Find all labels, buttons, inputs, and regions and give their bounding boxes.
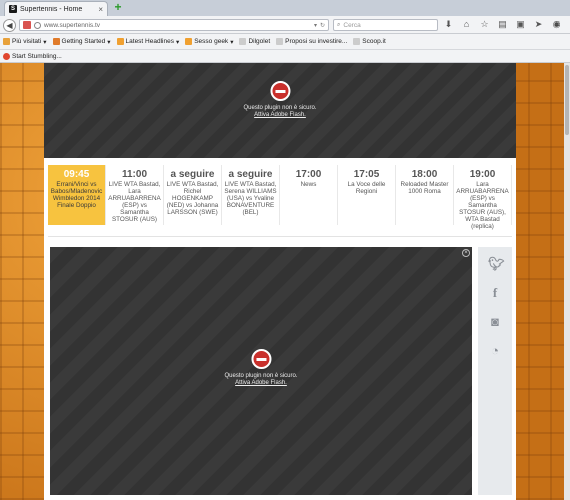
reload-icon[interactable]: ↻ [320, 22, 325, 29]
tab-bar: S Supertennis - Home × + [0, 0, 570, 16]
bookmark-label: Scoop.it [362, 38, 386, 45]
search-icon: ⌕ [337, 21, 341, 28]
schedule-time: a seguire [228, 169, 273, 180]
chevron-down-icon: ▾ [175, 38, 180, 46]
bookmark-icon [3, 38, 10, 45]
bookmark-label: Start Stumbling... [12, 52, 62, 60]
menu-icon[interactable]: ≡ [554, 19, 566, 30]
scrollbar-thumb[interactable] [565, 65, 569, 135]
chevron-down-icon: ▾ [107, 38, 111, 46]
reader-icon[interactable]: ▤ [497, 19, 508, 30]
bookmark-label: Latest Headlines [125, 38, 174, 45]
bookmark-icon [276, 38, 284, 45]
bookmark-label: Getting Started [61, 38, 106, 45]
rss-icon[interactable]: ◔ [488, 344, 502, 358]
bookmark-label: Sesso geek [194, 38, 229, 45]
schedule-item[interactable]: 11:00 LIVE WTA Bastad, Lara ARRUABARRENA … [106, 165, 164, 225]
send-icon[interactable]: ➤ [533, 19, 544, 30]
schedule-time: 18:00 [411, 169, 438, 180]
bookmark-item[interactable]: Getting Started ▾ [52, 38, 111, 46]
schedule-time: a seguire [170, 169, 215, 180]
schedule-item[interactable]: 18:00 Reloaded Master 1000 Roma [396, 165, 454, 225]
schedule-description: Lara ARRUABARRENA (ESP) vs Samantha STOS… [456, 181, 509, 230]
bookmark-item[interactable]: Proposi su investire... [276, 38, 347, 45]
bookmark-item[interactable]: Sesso geek ▾ [185, 38, 233, 46]
home-icon[interactable] [23, 21, 31, 29]
bookmark-icon [353, 38, 361, 45]
bookmarks-bar: Più visitati ▾ Getting Started ▾ Latest Head… [0, 34, 570, 50]
new-tab-button[interactable]: + [112, 1, 124, 14]
schedule-description: News [300, 181, 317, 188]
schedule-item[interactable]: a seguire LIVE WTA Bastad, Serena WILLIAM… [222, 165, 280, 225]
close-tab-icon[interactable]: × [98, 5, 103, 14]
bookmark-icon [239, 38, 247, 45]
schedule-time: 17:00 [295, 169, 322, 180]
schedule-description: Errani/Vinci vs Babos/Mladenovic Wimbled… [50, 181, 103, 209]
schedule-item[interactable]: 17:00 News [280, 165, 338, 225]
flash-notice: Questo plugin non è sicuro. Attiva Adobe… [243, 81, 317, 119]
twitter-icon[interactable]: 🐦︎ [488, 257, 505, 271]
bookmark-item[interactable]: Latest Headlines ▾ [116, 38, 180, 46]
bookmark-icon [185, 38, 193, 45]
schedule-description: La Voce delle Regioni [347, 181, 386, 195]
bookmark-icon [52, 38, 60, 45]
schedule-item[interactable]: a seguire LIVE WTA Bastad, Richel HOGENKA… [164, 165, 222, 225]
flash-plugin-banner: Questo plugin non è sicuro. Attiva Adobe… [44, 63, 516, 158]
bookmark-label: Più visitati [12, 38, 42, 45]
close-icon[interactable]: × [462, 249, 470, 257]
pocket-icon[interactable]: ▣ [515, 19, 526, 30]
facebook-icon[interactable]: f [488, 286, 502, 300]
stumbleupon-icon [3, 52, 10, 60]
blocked-plugin-icon [269, 81, 290, 101]
browser-tab[interactable]: S Supertennis - Home × [4, 1, 108, 16]
blocked-plugin-icon [250, 349, 271, 369]
site-favicon-icon: S [9, 5, 17, 13]
chevron-down-icon: ▾ [43, 38, 47, 46]
navigation-bar: ◀ www.supertennis.tv ▾ ↻ ⌕ Cerca ⬇ ⌂ ☆ ▤… [0, 16, 570, 34]
schedule-item[interactable]: 19:00 Lara ARRUABARRENA (ESP) vs Samantha… [454, 165, 512, 230]
flash-warning-text: Questo plugin non è sicuro. [224, 373, 298, 379]
back-button[interactable]: ◀ [3, 19, 16, 32]
page-content: Questo plugin non è sicuro. Attiva Adobe… [44, 63, 516, 500]
search-placeholder: Cerca [343, 21, 361, 29]
schedule-item[interactable]: 17:05 La Voce delle Regioni [338, 165, 396, 225]
activate-flash-link[interactable]: Attiva Adobe Flash. [243, 112, 316, 119]
chevron-down-icon: ▾ [230, 38, 234, 46]
schedule-description: LIVE WTA Bastad, Serena WILLIAMS (USA) v… [224, 181, 277, 216]
tab-title: Supertennis - Home [20, 5, 83, 13]
bookmarks-bar-2: Start Stumbling... [0, 50, 570, 63]
url-bar[interactable]: www.supertennis.tv ▾ ↻ [19, 19, 329, 31]
bookmark-item[interactable]: Dilgolet [239, 38, 270, 45]
schedule-time: 17:05 [353, 169, 380, 180]
bookmark-star-icon[interactable]: ☆ [479, 19, 490, 30]
vertical-scrollbar[interactable] [564, 63, 570, 500]
bookmark-item[interactable]: Più visitati ▾ [3, 38, 47, 46]
search-input[interactable]: ⌕ Cerca [333, 19, 438, 31]
url-text[interactable]: www.supertennis.tv [44, 22, 311, 29]
activate-flash-link[interactable]: Attiva Adobe Flash. [224, 380, 297, 387]
tv-schedule: 09:45 Errani/Vinci vs Babos/Mladenovic Wi… [48, 165, 512, 237]
globe-icon [34, 21, 41, 29]
schedule-time: 19:00 [469, 169, 496, 180]
bookmark-icon [116, 38, 124, 45]
schedule-description: Reloaded Master 1000 Roma [400, 181, 449, 195]
social-sidebar: 🐦︎ f ◙ ◔ [478, 247, 512, 495]
video-player: × Questo plugin non è sicuro. Attiva Ado… [50, 247, 472, 495]
bookmark-item[interactable]: Scoop.it [353, 38, 386, 45]
schedule-description: LIVE WTA Bastad, Lara ARRUABARRENA (ESP)… [108, 181, 161, 223]
home-button-icon[interactable]: ⌂ [461, 19, 472, 30]
dropdown-icon[interactable]: ▾ [314, 22, 317, 29]
download-icon[interactable]: ⬇ [443, 19, 454, 30]
flash-warning-text: Questo plugin non è sicuro. [243, 105, 317, 111]
bookmark-label: Dilgolet [248, 38, 271, 45]
bookmark-start-stumbling[interactable]: Start Stumbling... [3, 52, 62, 60]
schedule-time: 09:45 [63, 169, 90, 180]
schedule-item[interactable]: 09:45 Errani/Vinci vs Babos/Mladenovic Wi… [48, 165, 106, 225]
instagram-icon[interactable]: ◙ [488, 315, 502, 329]
bookmark-label: Proposi su investire... [285, 38, 348, 45]
flash-notice-video: Questo plugin non è sicuro. Attiva Adobe… [224, 349, 298, 387]
schedule-description: LIVE WTA Bastad, Richel HOGENKAMP (NED) … [166, 181, 219, 216]
schedule-time: 11:00 [121, 169, 148, 180]
page-viewport: Questo plugin non è sicuro. Attiva Adobe… [0, 63, 564, 500]
